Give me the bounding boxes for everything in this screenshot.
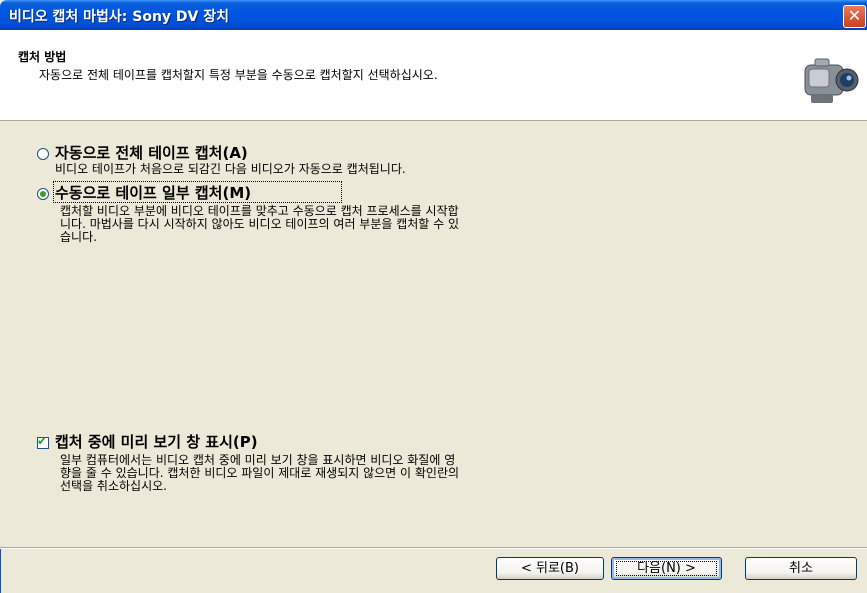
radio-capture-parts-manually[interactable] [37, 188, 49, 200]
camcorder-icon [804, 58, 859, 103]
preview-window-label[interactable]: 캡처 중에 미리 보기 창 표시(P) [55, 431, 258, 452]
description-line: 습니다. [60, 230, 97, 244]
preview-window-description: 일부 컴퓨터에서는 비디오 캡처 중에 미리 보기 창을 표시하면 비디오 화질… [60, 454, 459, 493]
description-line: 니다. 마법사를 다시 시작하지 않아도 비디오 테이프의 여러 부분을 캡처할… [60, 217, 460, 231]
page-subtitle: 자동으로 전체 테이프를 캡처할지 특정 부분을 수동으로 캡처할지 선택하십시… [39, 68, 438, 82]
description-line: 선택을 취소하십시오. [60, 479, 167, 493]
cancel-button[interactable]: 취소 [745, 557, 857, 580]
option-entire-tape-label[interactable]: 자동으로 전체 테이프 캡처(A) [55, 142, 248, 163]
preview-window-checkbox[interactable]: ✔ [37, 434, 49, 449]
back-button[interactable]: < 뒤로(B) [496, 557, 604, 580]
next-button[interactable]: 다음(N) > [611, 557, 722, 580]
wizard-body: 자동으로 전체 테이프 캡처(A) 비디오 테이프가 처음으로 되감긴 다음 비… [0, 121, 867, 547]
title-bar[interactable]: 비디오 캡처 마법사: Sony DV 장치 ✕ [0, 0, 867, 30]
radio-capture-entire-tape[interactable] [37, 148, 49, 160]
wizard-header: 캡처 방법 자동으로 전체 테이프를 캡처할지 특정 부분을 수동으로 캡처할지… [0, 30, 867, 121]
close-icon: ✕ [847, 6, 862, 25]
page-title: 캡처 방법 [18, 50, 67, 64]
check-icon: ✔ [37, 434, 48, 448]
option-entire-tape-description: 비디오 테이프가 처음으로 되감긴 다음 비디오가 자동으로 캡처됩니다. [55, 162, 406, 176]
footer-divider-highlight [0, 548, 867, 549]
wizard-window: 비디오 캡처 마법사: Sony DV 장치 ✕ 캡처 방법 자동으로 전체 테… [0, 0, 867, 593]
option-manual-parts-label[interactable]: 수동으로 테이프 일부 캡처(M) [55, 182, 251, 203]
window-title: 비디오 캡처 마법사: Sony DV 장치 [9, 9, 230, 25]
radio-selected-dot [40, 191, 46, 197]
close-button[interactable]: ✕ [843, 5, 866, 28]
option-manual-parts-description: 캡처할 비디오 부분에 비디오 테이프를 맞추고 수동으로 캡처 프로세스를 시… [60, 205, 459, 244]
